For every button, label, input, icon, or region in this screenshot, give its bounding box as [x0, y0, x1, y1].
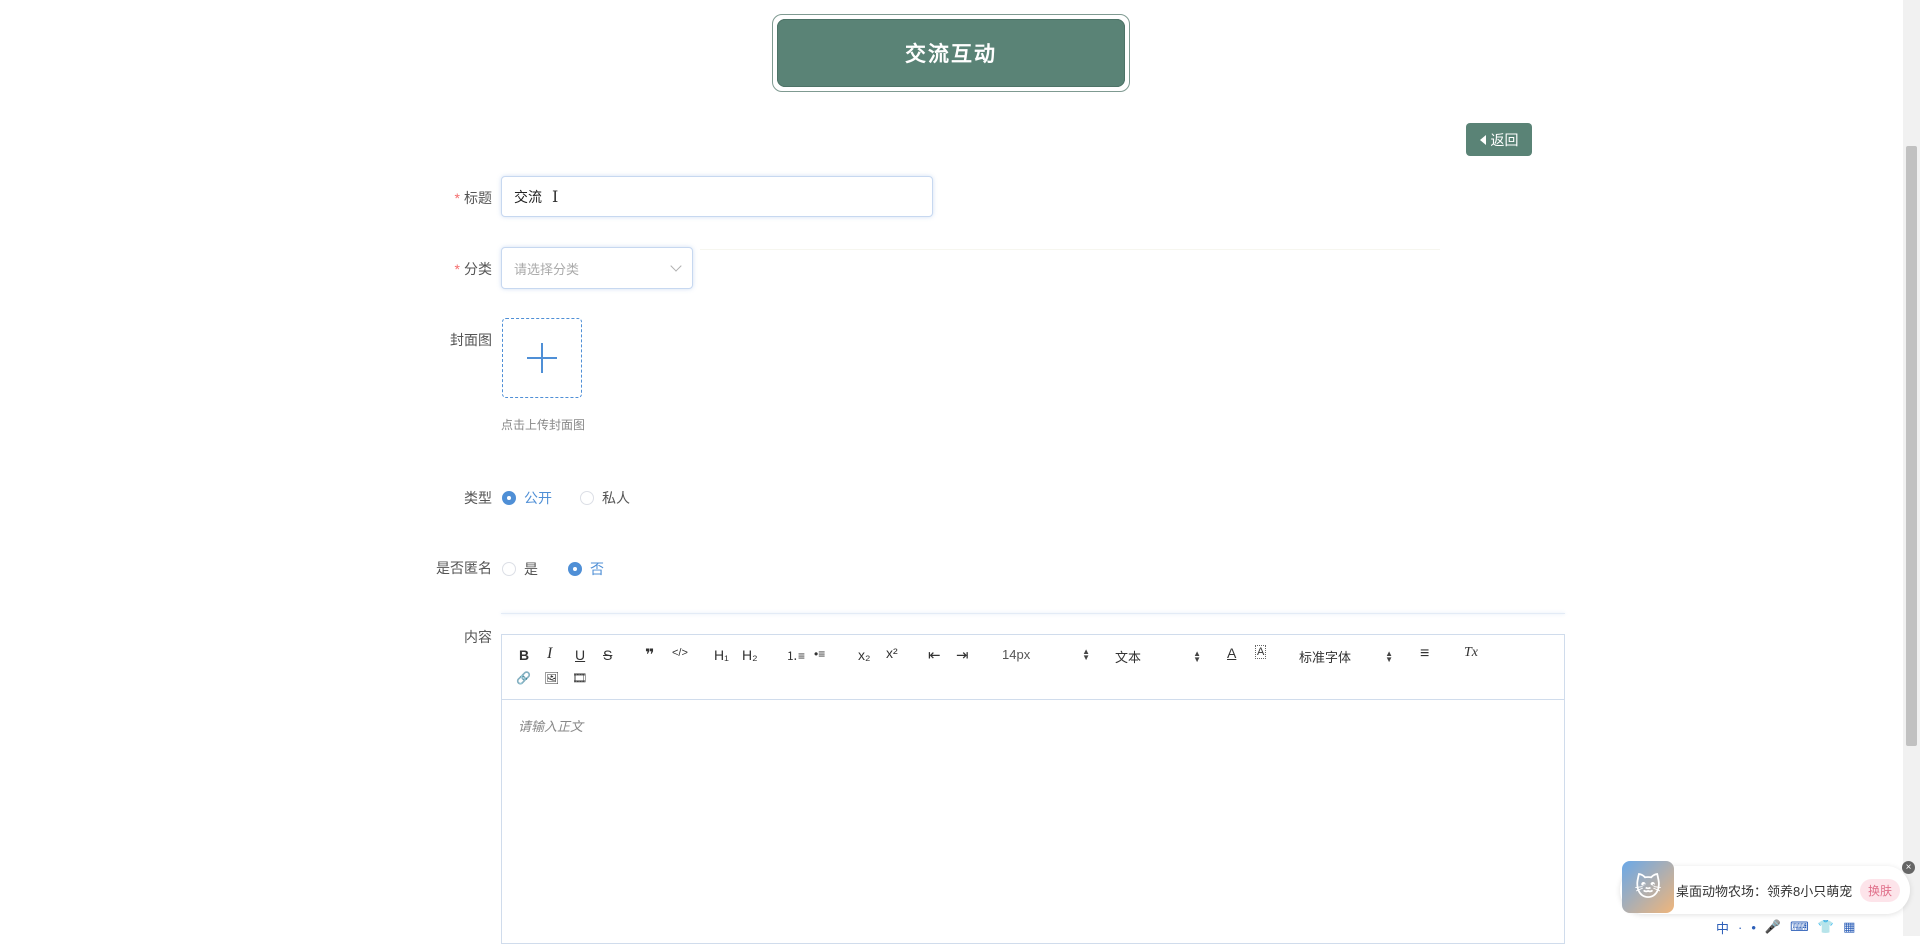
category-label: * 分类 [454, 261, 492, 277]
cat-icon: 🐱 [1622, 861, 1674, 913]
back-button-label: 返回 [1490, 131, 1519, 148]
ime-icon[interactable]: 中 [1716, 918, 1729, 937]
outdent-icon[interactable]: ⇤ [928, 646, 941, 664]
title-input[interactable]: 交流 I [501, 176, 933, 217]
paragraph-select[interactable]: 文本 ▲ ▼ [1115, 647, 1201, 666]
radio-unchecked-icon [580, 491, 594, 505]
chevron-down-icon [670, 260, 682, 272]
tray-dot-icon[interactable]: · [1738, 920, 1742, 935]
background-color-icon[interactable]: A [1255, 645, 1267, 659]
rich-text-editor: B I U S ❞ </> H₁ H₂ ⒈≡ •≡ x₂ x² ⇤ ⇥ 14px… [501, 634, 1565, 944]
updown-icon: ▲ ▼ [1193, 648, 1201, 664]
strike-button[interactable]: S [603, 647, 612, 663]
title-input-value: 交流 [514, 188, 542, 205]
skin-button[interactable]: 换肤 [1859, 878, 1900, 902]
type-label: 类型 [464, 490, 492, 506]
video-icon[interactable]: 🎞 [572, 671, 587, 685]
anonymous-radio-yes[interactable]: 是 [502, 559, 538, 579]
editor-frame-top [501, 613, 1565, 614]
align-icon[interactable]: ≡ [1420, 645, 1429, 663]
system-tray: 中 · • 🎤 ⌨ 👕 ▦ [1716, 918, 1906, 936]
editor-content-area[interactable]: 请输入正文 [502, 700, 1564, 751]
link-icon[interactable]: 🔗 [516, 671, 531, 685]
radio-checked-icon [502, 491, 516, 505]
title-label: * 标题 [454, 190, 492, 206]
ordered-list-icon[interactable]: ⒈≡ [786, 647, 805, 664]
type-radio-group: 公开 私人 [502, 488, 630, 508]
page-title: 交流互动 [777, 19, 1125, 87]
tray-bullet-icon[interactable]: • [1751, 920, 1756, 935]
image-icon[interactable]: 🖼 [544, 671, 559, 685]
subscript-button[interactable]: x₂ [858, 647, 870, 663]
shirt-icon[interactable]: 👕 [1818, 919, 1834, 935]
cover-label: 封面图 [450, 332, 492, 348]
underline-button[interactable]: U [575, 647, 585, 663]
editor-toolbar: B I U S ❞ </> H₁ H₂ ⒈≡ •≡ x₂ x² ⇤ ⇥ 14px… [502, 635, 1564, 700]
keyboard-icon[interactable]: ⌨ [1790, 919, 1809, 935]
italic-button[interactable]: I [547, 645, 552, 663]
category-placeholder: 请选择分类 [514, 261, 580, 277]
anonymous-radio-no[interactable]: 否 [568, 559, 604, 579]
grid-icon[interactable]: ▦ [1843, 919, 1855, 935]
cover-upload-button[interactable] [502, 318, 582, 398]
cover-upload-hint: 点击上传封面图 [501, 418, 586, 432]
updown-icon: ▲ ▼ [1385, 648, 1393, 664]
content-label: 内容 [464, 629, 492, 645]
font-color-icon[interactable]: A [1227, 645, 1236, 661]
quote-icon[interactable]: ❞ [645, 645, 654, 665]
back-button[interactable]: 返回 [1466, 123, 1532, 156]
anonymous-label: 是否匿名 [436, 560, 492, 576]
code-icon[interactable]: </> [672, 647, 688, 659]
updown-icon: ▲ ▼ [1082, 646, 1090, 662]
font-family-select[interactable]: 标准字体 ▲ ▼ [1299, 647, 1393, 666]
desktop-pet-widget[interactable]: 🐱 桌面动物农场：领养8小只萌宠 换肤 [1620, 861, 1910, 914]
heading2-button[interactable]: H₂ [742, 647, 758, 663]
text-cursor-icon: I [552, 187, 559, 206]
radio-checked-icon [568, 562, 582, 576]
type-radio-private[interactable]: 私人 [580, 488, 630, 508]
required-mark: * [454, 190, 460, 206]
bold-button[interactable]: B [519, 647, 529, 663]
superscript-button[interactable]: x² [886, 645, 898, 661]
bullet-list-icon[interactable]: •≡ [814, 647, 825, 661]
clean-format-icon[interactable]: Tx [1464, 645, 1478, 661]
plus-icon [527, 343, 557, 373]
category-select[interactable]: 请选择分类 [501, 247, 693, 289]
required-mark: * [454, 261, 460, 277]
divider [700, 249, 1440, 250]
anonymous-radio-group: 是 否 [502, 559, 604, 579]
microphone-icon[interactable]: 🎤 [1765, 919, 1781, 935]
caret-left-icon [1479, 134, 1486, 145]
editor-placeholder: 请输入正文 [518, 719, 584, 734]
radio-unchecked-icon [502, 562, 516, 576]
indent-icon[interactable]: ⇥ [956, 646, 969, 664]
close-icon[interactable]: × [1902, 861, 1915, 874]
page-title-banner: 交流互动 [772, 14, 1130, 92]
font-size-select[interactable]: 14px ▲ ▼ [1002, 647, 1090, 662]
widget-text: 桌面动物农场：领养8小只萌宠 [1676, 883, 1853, 899]
type-radio-public[interactable]: 公开 [502, 488, 552, 508]
scrollbar-thumb[interactable] [1906, 146, 1917, 746]
heading1-button[interactable]: H₁ [714, 647, 729, 663]
